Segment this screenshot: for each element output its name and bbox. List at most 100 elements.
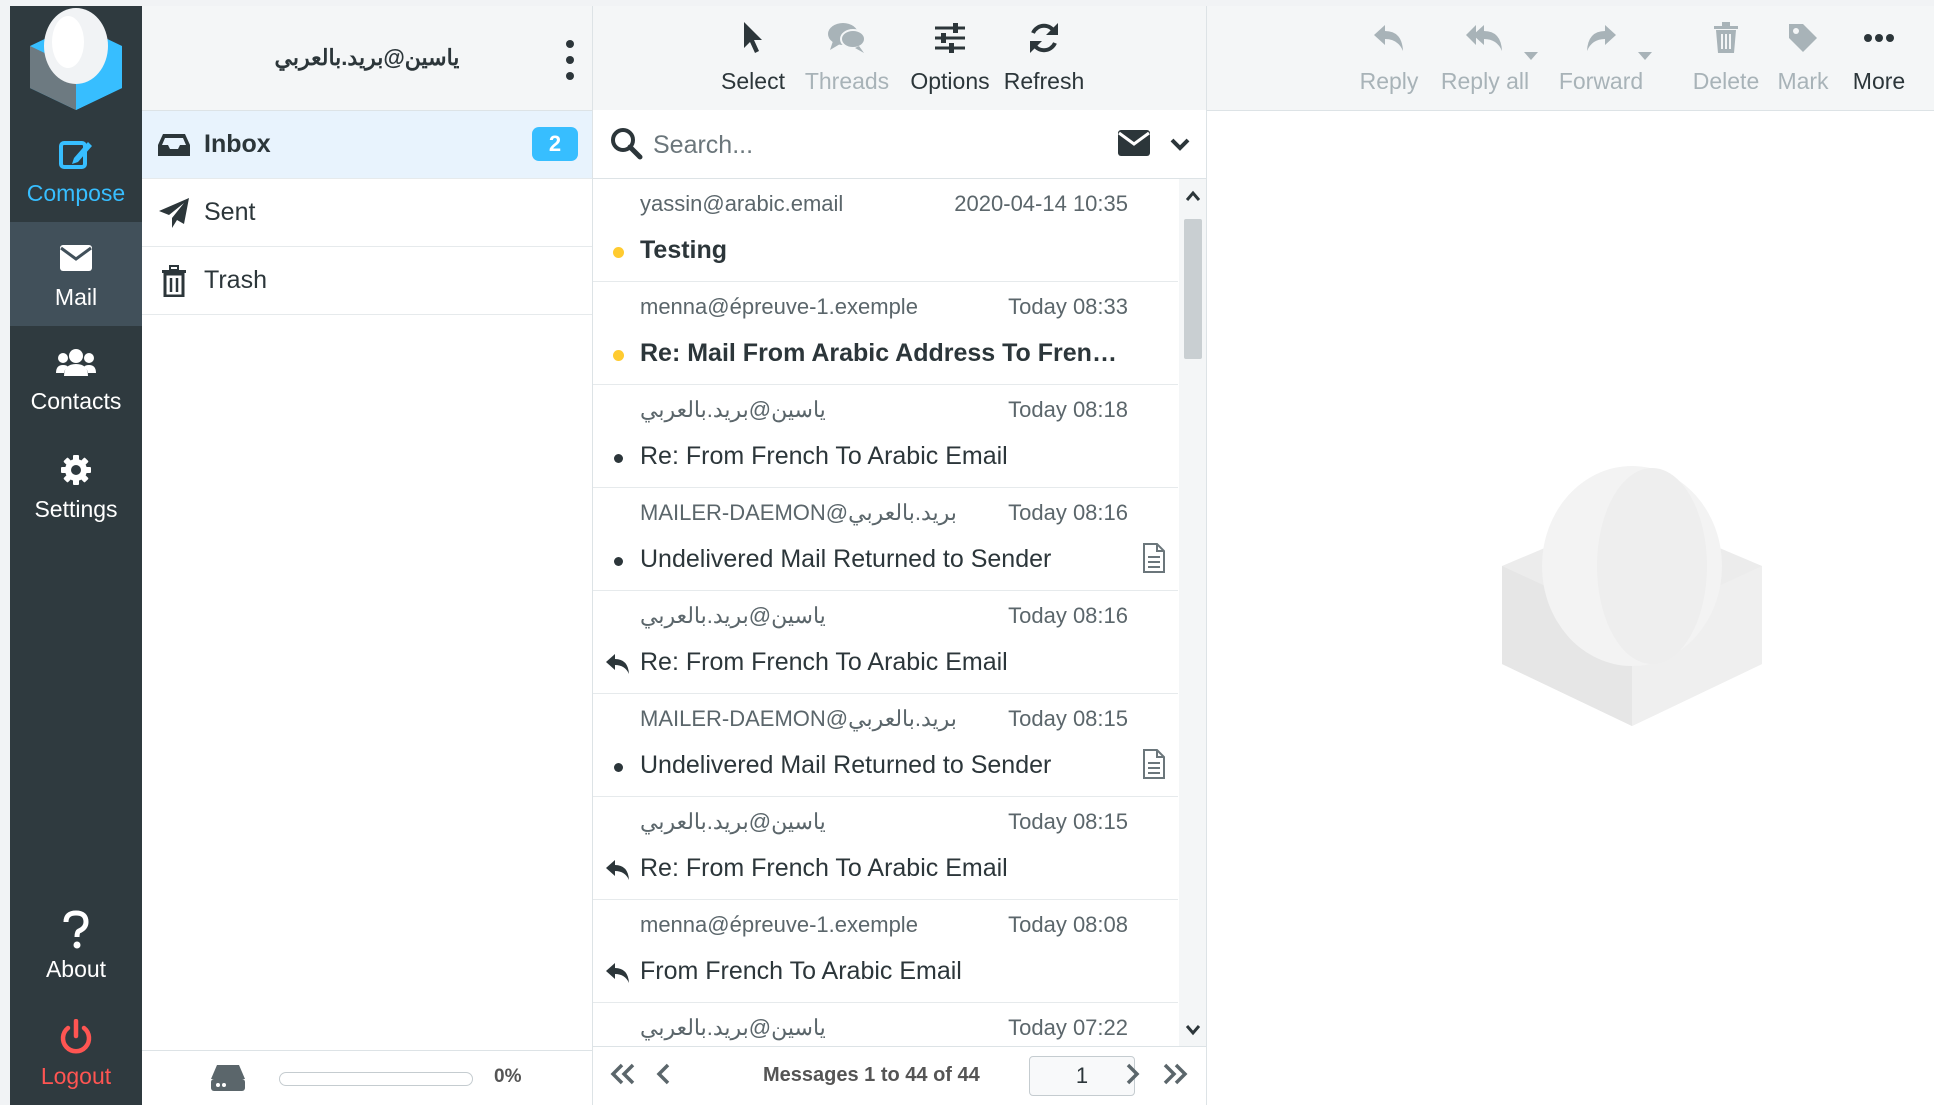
trash-icon [156,263,192,299]
unread-dot [612,349,624,361]
forward-icon [1581,18,1621,58]
message-list-scrollbar[interactable] [1179,179,1206,1051]
first-page-icon[interactable] [609,1062,637,1091]
account-name: ياسين@بريد.بالعربي [274,45,460,70]
more-button[interactable]: More [1847,18,1911,100]
folder-menu-button[interactable] [556,40,584,80]
next-page-icon[interactable] [1123,1062,1141,1091]
question-icon [56,909,96,950]
message-row[interactable]: ياسين@بريد.بالعربي Today 08:15 Re: From … [593,797,1178,900]
pointer-icon [733,18,773,58]
message-sender: yassin@arabic.email [640,191,844,216]
refresh-button[interactable]: Refresh [997,18,1091,100]
reply-all-dropdown-icon[interactable] [1524,52,1538,60]
unread-status-icon[interactable] [605,237,631,267]
contacts-label: Contacts [30,387,122,414]
folder-trash[interactable]: Trash [142,247,592,315]
threads-button[interactable]: Threads [805,18,889,100]
message-date: Today 08:08 [1008,912,1128,937]
message-row[interactable]: MAILER-DAEMON@بريد.بالعربي Today 08:16 U… [593,488,1178,591]
about-nav-item[interactable]: About [10,894,142,998]
replied-icon[interactable] [605,958,631,988]
ellipsis-icon [1859,18,1899,58]
folder-inbox[interactable]: Inbox 2 [142,111,592,179]
delete-label: Delete [1692,68,1760,94]
delete-button[interactable]: Delete [1691,18,1761,100]
watermark-logo [1502,466,1762,771]
pagination-footer: Messages 1 to 44 of 44 [593,1046,1206,1105]
forward-label: Forward [1558,68,1644,94]
compose-button[interactable]: Compose [10,118,142,222]
unread-dot [612,246,624,258]
previous-page-icon[interactable] [655,1062,673,1091]
reply-label: Reply [1359,68,1419,94]
forward-dropdown-icon[interactable] [1638,52,1652,60]
logout-button[interactable]: Logout [10,1001,142,1105]
settings-nav-item[interactable]: Settings [10,434,142,538]
message-subject: Re: Mail From Arabic Address To French A… [640,339,1120,367]
account-header: ياسين@بريد.بالعربي [142,6,592,111]
replied-icon[interactable] [605,649,631,679]
message-subject: Re: From French To Arabic Email [640,854,1008,882]
read-status-icon[interactable] [605,546,631,576]
forward-button[interactable]: Forward [1553,18,1649,100]
compose-label: Compose [26,179,126,206]
message-row[interactable]: menna@épreuve-1.exemple Today 08:33 Re: … [593,282,1178,385]
threads-label: Threads [804,68,890,94]
quota-percent: 0% [494,1066,522,1087]
message-list: yassin@arabic.email 2020-04-14 10:35 Tes… [593,179,1178,1051]
unread-status-icon[interactable] [605,340,631,370]
message-row[interactable]: ياسين@بريد.بالعربي Today 07:22 [593,1003,1178,1051]
message-row[interactable]: menna@épreuve-1.exemple Today 08:08 From… [593,900,1178,1003]
message-date: Today 08:15 [1008,809,1128,834]
page-number-input[interactable] [1029,1056,1135,1096]
read-dot [613,762,623,772]
read-status-icon[interactable] [605,752,631,782]
message-sender: ياسين@بريد.بالعربي [640,603,826,628]
replied-icon[interactable] [605,855,631,885]
message-row[interactable]: yassin@arabic.email 2020-04-14 10:35 Tes… [593,179,1178,282]
search-input[interactable] [651,124,1095,166]
search-scope-envelope-icon[interactable] [1118,130,1150,161]
read-status-icon[interactable] [605,443,631,473]
message-subject: From French To Arabic Email [640,957,962,985]
message-sender: MAILER-DAEMON@بريد.بالعربي [640,706,957,731]
scrollbar-thumb[interactable] [1184,219,1202,359]
message-subject: Testing [640,236,728,264]
select-button[interactable]: Select [721,18,785,100]
message-date: Today 08:16 [1008,500,1128,525]
message-row[interactable]: ياسين@بريد.بالعربي Today 08:18 Re: From … [593,385,1178,488]
read-dot [613,453,623,463]
comments-icon [827,18,867,58]
mail-nav-item[interactable]: Mail [10,222,142,326]
select-label: Select [721,68,785,94]
mail-label: Mail [54,283,98,310]
paper-plane-icon [156,195,192,231]
message-toolbar: Reply Reply all Forward Delete Mark More [1207,6,1934,111]
message-row[interactable]: MAILER-DAEMON@بريد.بالعربي Today 08:15 U… [593,694,1178,797]
chevron-down-icon[interactable] [1185,1023,1201,1041]
message-subject: Undelivered Mail Returned to Sender [640,545,1052,573]
contacts-nav-item[interactable]: Contacts [10,326,142,430]
logout-label: Logout [40,1062,112,1089]
reply-button[interactable]: Reply [1359,18,1419,100]
reply-all-button[interactable]: Reply all [1435,18,1535,100]
options-button[interactable]: Options [903,18,997,100]
kebab-dot [566,56,574,64]
message-row[interactable]: ياسين@بريد.بالعربي Today 08:16 Re: From … [593,591,1178,694]
folder-sent[interactable]: Sent [142,179,592,247]
quota-progress-bar [279,1072,473,1086]
message-date: Today 08:15 [1008,706,1128,731]
message-date: Today 07:22 [1008,1015,1128,1040]
about-label: About [45,955,107,982]
folder-pane: ياسين@بريد.بالعربي Inbox 2 Sent Trash 0% [142,6,593,1105]
chevron-down-icon[interactable] [1170,134,1190,159]
message-date: Today 08:18 [1008,397,1128,422]
options-label: Options [910,68,990,94]
trash-icon [1706,18,1746,58]
last-page-icon[interactable] [1161,1062,1189,1091]
chevron-up-icon[interactable] [1185,189,1201,207]
mark-button[interactable]: Mark [1775,18,1831,100]
message-date: Today 08:16 [1008,603,1128,628]
message-sender: ياسين@بريد.بالعربي [640,809,826,834]
